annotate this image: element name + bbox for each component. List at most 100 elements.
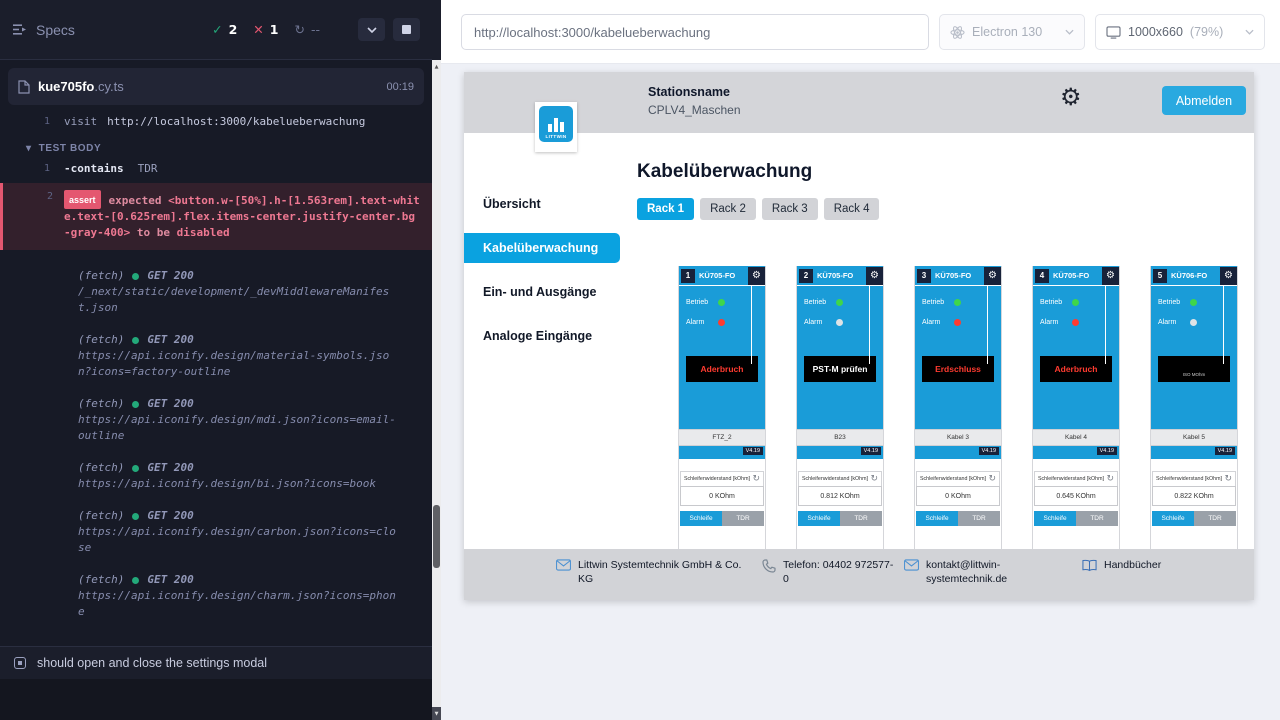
cable-name: Kabel 5 bbox=[1151, 429, 1237, 446]
mail-icon bbox=[904, 559, 919, 571]
iso-unit: ISO MOhm bbox=[1183, 373, 1206, 378]
card-divider bbox=[1223, 286, 1224, 364]
url-input[interactable]: http://localhost:3000/kabelueberwachung bbox=[461, 14, 929, 50]
app-main: Kabelüberwachung Rack 1 Rack 2 Rack 3 Ra… bbox=[620, 133, 1254, 549]
test-body-section[interactable]: ▾ TEST BODY bbox=[0, 131, 432, 159]
url-text: http://localhost:3000/kabelueberwachung bbox=[474, 25, 710, 40]
logout-button[interactable]: Abmelden bbox=[1162, 86, 1246, 115]
status-ok-dot bbox=[132, 513, 139, 520]
schleife-button[interactable]: Schleife bbox=[680, 511, 722, 526]
refresh-icon[interactable]: ↻ bbox=[870, 475, 878, 484]
resistance-label: Schleifenwiderstand [kOhm] bbox=[1156, 476, 1222, 482]
refresh-icon[interactable]: ↻ bbox=[1224, 475, 1232, 484]
phone-icon bbox=[762, 559, 776, 573]
betrieb-label: Betrieb bbox=[686, 299, 715, 306]
scrollbar-track[interactable]: ▲ ▼ bbox=[432, 60, 441, 720]
settings-gear-icon[interactable]: ⚙ bbox=[1060, 83, 1082, 111]
refresh-icon[interactable]: ↻ bbox=[752, 475, 760, 484]
tab-rack-3[interactable]: Rack 3 bbox=[762, 198, 818, 220]
tdr-button[interactable]: TDR bbox=[722, 511, 764, 526]
betrieb-label: Betrieb bbox=[1040, 299, 1069, 306]
alarm-label: Alarm bbox=[804, 319, 833, 326]
tab-rack-1[interactable]: Rack 1 bbox=[637, 198, 694, 220]
station-name: CPLV4_Maschen bbox=[648, 103, 741, 117]
scrollbar-thumb[interactable] bbox=[433, 505, 440, 568]
fetch-entry[interactable]: (fetch)GET 200 https://api.iconify.desig… bbox=[0, 460, 432, 492]
scroll-down-icon[interactable]: ▼ bbox=[432, 707, 441, 720]
collapse-button[interactable] bbox=[358, 18, 385, 41]
footer-email[interactable]: kontakt@littwin-systemtechnik.de bbox=[904, 558, 1018, 586]
card-gear-icon[interactable]: ⚙ bbox=[1220, 267, 1237, 285]
stop-button[interactable] bbox=[393, 18, 420, 41]
fetch-label: (fetch) bbox=[78, 268, 124, 284]
failed-assert-command[interactable]: 2 assertexpected <button.w-[50%].h-[1.56… bbox=[0, 183, 432, 250]
card-divider bbox=[987, 286, 988, 364]
spec-timer: 00:19 bbox=[386, 81, 414, 93]
app-header: Stationsname CPLV4_Maschen ⚙ Abmelden bbox=[464, 72, 1254, 133]
scroll-up-icon[interactable]: ▲ bbox=[432, 60, 441, 73]
tab-rack-2[interactable]: Rack 2 bbox=[700, 198, 756, 220]
footer-manuals-link[interactable]: Handbücher bbox=[1082, 558, 1161, 572]
spec-file-row[interactable]: kue705fo.cy.ts 00:19 bbox=[8, 68, 424, 105]
book-icon bbox=[1082, 559, 1097, 572]
sidebar-item-uebersicht[interactable]: Übersicht bbox=[464, 189, 620, 219]
fetch-url: https://api.iconify.design/mdi.json?icon… bbox=[78, 412, 396, 444]
refresh-icon[interactable]: ↻ bbox=[1106, 475, 1114, 484]
fetch-entry[interactable]: (fetch)GET 200 https://api.iconify.desig… bbox=[0, 572, 432, 620]
fetch-label: (fetch) bbox=[78, 396, 124, 412]
status-label: PST-M prüfen bbox=[804, 356, 876, 382]
reporter-scrollbar[interactable]: ▲ ▼ bbox=[432, 0, 441, 720]
tdr-button[interactable]: TDR bbox=[958, 511, 1000, 526]
card-gear-icon[interactable]: ⚙ bbox=[866, 267, 883, 285]
next-test-row[interactable]: should open and close the settings modal bbox=[0, 646, 432, 679]
device-model: KÜ705-FO bbox=[1049, 271, 1102, 280]
command-name: visit bbox=[64, 115, 97, 128]
alarm-status-dot bbox=[1190, 319, 1197, 326]
failed-x-icon: ✕ bbox=[253, 22, 263, 37]
manuals-label: Handbücher bbox=[1104, 558, 1161, 572]
schleife-button[interactable]: Schleife bbox=[916, 511, 958, 526]
fetch-url: https://api.iconify.design/bi.json?icons… bbox=[78, 476, 396, 492]
device-model: KÜ705-FO bbox=[813, 271, 866, 280]
littwin-logo: LITTWIN bbox=[535, 102, 577, 152]
tdr-button[interactable]: TDR bbox=[1076, 511, 1118, 526]
viewport-selector[interactable]: 1000x660 (79%) bbox=[1095, 14, 1265, 50]
resistance-label: Schleifenwiderstand [kOhm] bbox=[920, 476, 986, 482]
fetch-entry[interactable]: (fetch)GET 200 https://api.iconify.desig… bbox=[0, 396, 432, 444]
sidebar-item-ein-und-ausgaenge[interactable]: Ein- und Ausgänge bbox=[464, 277, 620, 307]
refresh-icon[interactable]: ↻ bbox=[988, 475, 996, 484]
command-contains[interactable]: 1 -containsTDR bbox=[0, 159, 432, 178]
footer-phone[interactable]: Telefon: 04402 972577-0 bbox=[762, 558, 895, 586]
schleife-button[interactable]: Schleife bbox=[1152, 511, 1194, 526]
section-label: TEST BODY bbox=[39, 143, 102, 154]
sidebar-item-kabelueberwachung[interactable]: Kabelüberwachung bbox=[464, 233, 620, 263]
fetch-entry[interactable]: (fetch)GET 200 https://api.iconify.desig… bbox=[0, 332, 432, 380]
electron-icon bbox=[950, 25, 965, 40]
status-label: Aderbruch bbox=[686, 356, 758, 382]
logo-mark: LITTWIN bbox=[539, 106, 573, 142]
card-gear-icon[interactable]: ⚙ bbox=[984, 267, 1001, 285]
device-model: KÜ705-FO bbox=[695, 271, 748, 280]
device-model: KÜ706-FO bbox=[1167, 271, 1220, 280]
fetch-label: (fetch) bbox=[78, 572, 124, 588]
rack-tabs: Rack 1 Rack 2 Rack 3 Rack 4 bbox=[637, 198, 1254, 220]
browser-selector[interactable]: Electron 130 bbox=[939, 14, 1085, 50]
device-number: 2 bbox=[799, 269, 813, 283]
fetch-entry[interactable]: (fetch)GET 200 https://api.iconify.desig… bbox=[0, 508, 432, 556]
browser-name: Electron 130 bbox=[972, 25, 1042, 39]
tab-rack-4[interactable]: Rack 4 bbox=[824, 198, 880, 220]
card-gear-icon[interactable]: ⚙ bbox=[1102, 267, 1119, 285]
specs-menu[interactable]: Specs bbox=[12, 22, 75, 38]
tdr-button[interactable]: TDR bbox=[1194, 511, 1236, 526]
schleife-button[interactable]: Schleife bbox=[798, 511, 840, 526]
schleife-button[interactable]: Schleife bbox=[1034, 511, 1076, 526]
fetch-entry[interactable]: (fetch)GET 200 /_next/static/development… bbox=[0, 268, 432, 316]
firmware-version: V4.19 bbox=[1215, 447, 1235, 455]
sidebar-item-analoge-eingaenge[interactable]: Analoge Eingänge bbox=[464, 321, 620, 351]
alarm-label: Alarm bbox=[1158, 319, 1187, 326]
cable-name: Kabel 4 bbox=[1033, 429, 1119, 446]
line-number: 1 bbox=[0, 114, 50, 129]
tdr-button[interactable]: TDR bbox=[840, 511, 882, 526]
command-visit[interactable]: 1 visithttp://localhost:3000/kabelueberw… bbox=[0, 112, 432, 131]
card-gear-icon[interactable]: ⚙ bbox=[748, 267, 765, 285]
